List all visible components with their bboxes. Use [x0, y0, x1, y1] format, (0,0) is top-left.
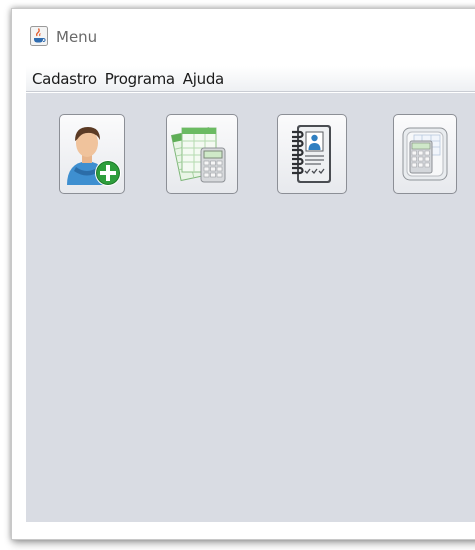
desktop-pane	[26, 93, 475, 522]
java-coffee-icon	[30, 26, 48, 46]
spreadsheet-calculator-button[interactable]	[166, 114, 238, 194]
spreadsheet-calculator-icon	[170, 127, 226, 183]
menu-ajuda[interactable]: Ajuda	[179, 70, 228, 88]
add-user-icon	[67, 127, 121, 186]
title-bar[interactable]: Menu	[12, 9, 475, 64]
address-book-icon	[292, 125, 331, 183]
calculator-icon	[402, 127, 448, 181]
window-title: Menu	[56, 28, 98, 46]
calculator-button[interactable]	[393, 114, 457, 194]
menu-programa[interactable]: Programa	[101, 70, 179, 88]
address-book-button[interactable]	[277, 114, 347, 194]
main-window: Menu Cadastro Programa Ajuda	[11, 8, 475, 540]
add-user-button[interactable]	[59, 114, 125, 194]
menu-cadastro[interactable]: Cadastro	[26, 70, 101, 88]
menu-bar: Cadastro Programa Ajuda	[26, 66, 475, 92]
